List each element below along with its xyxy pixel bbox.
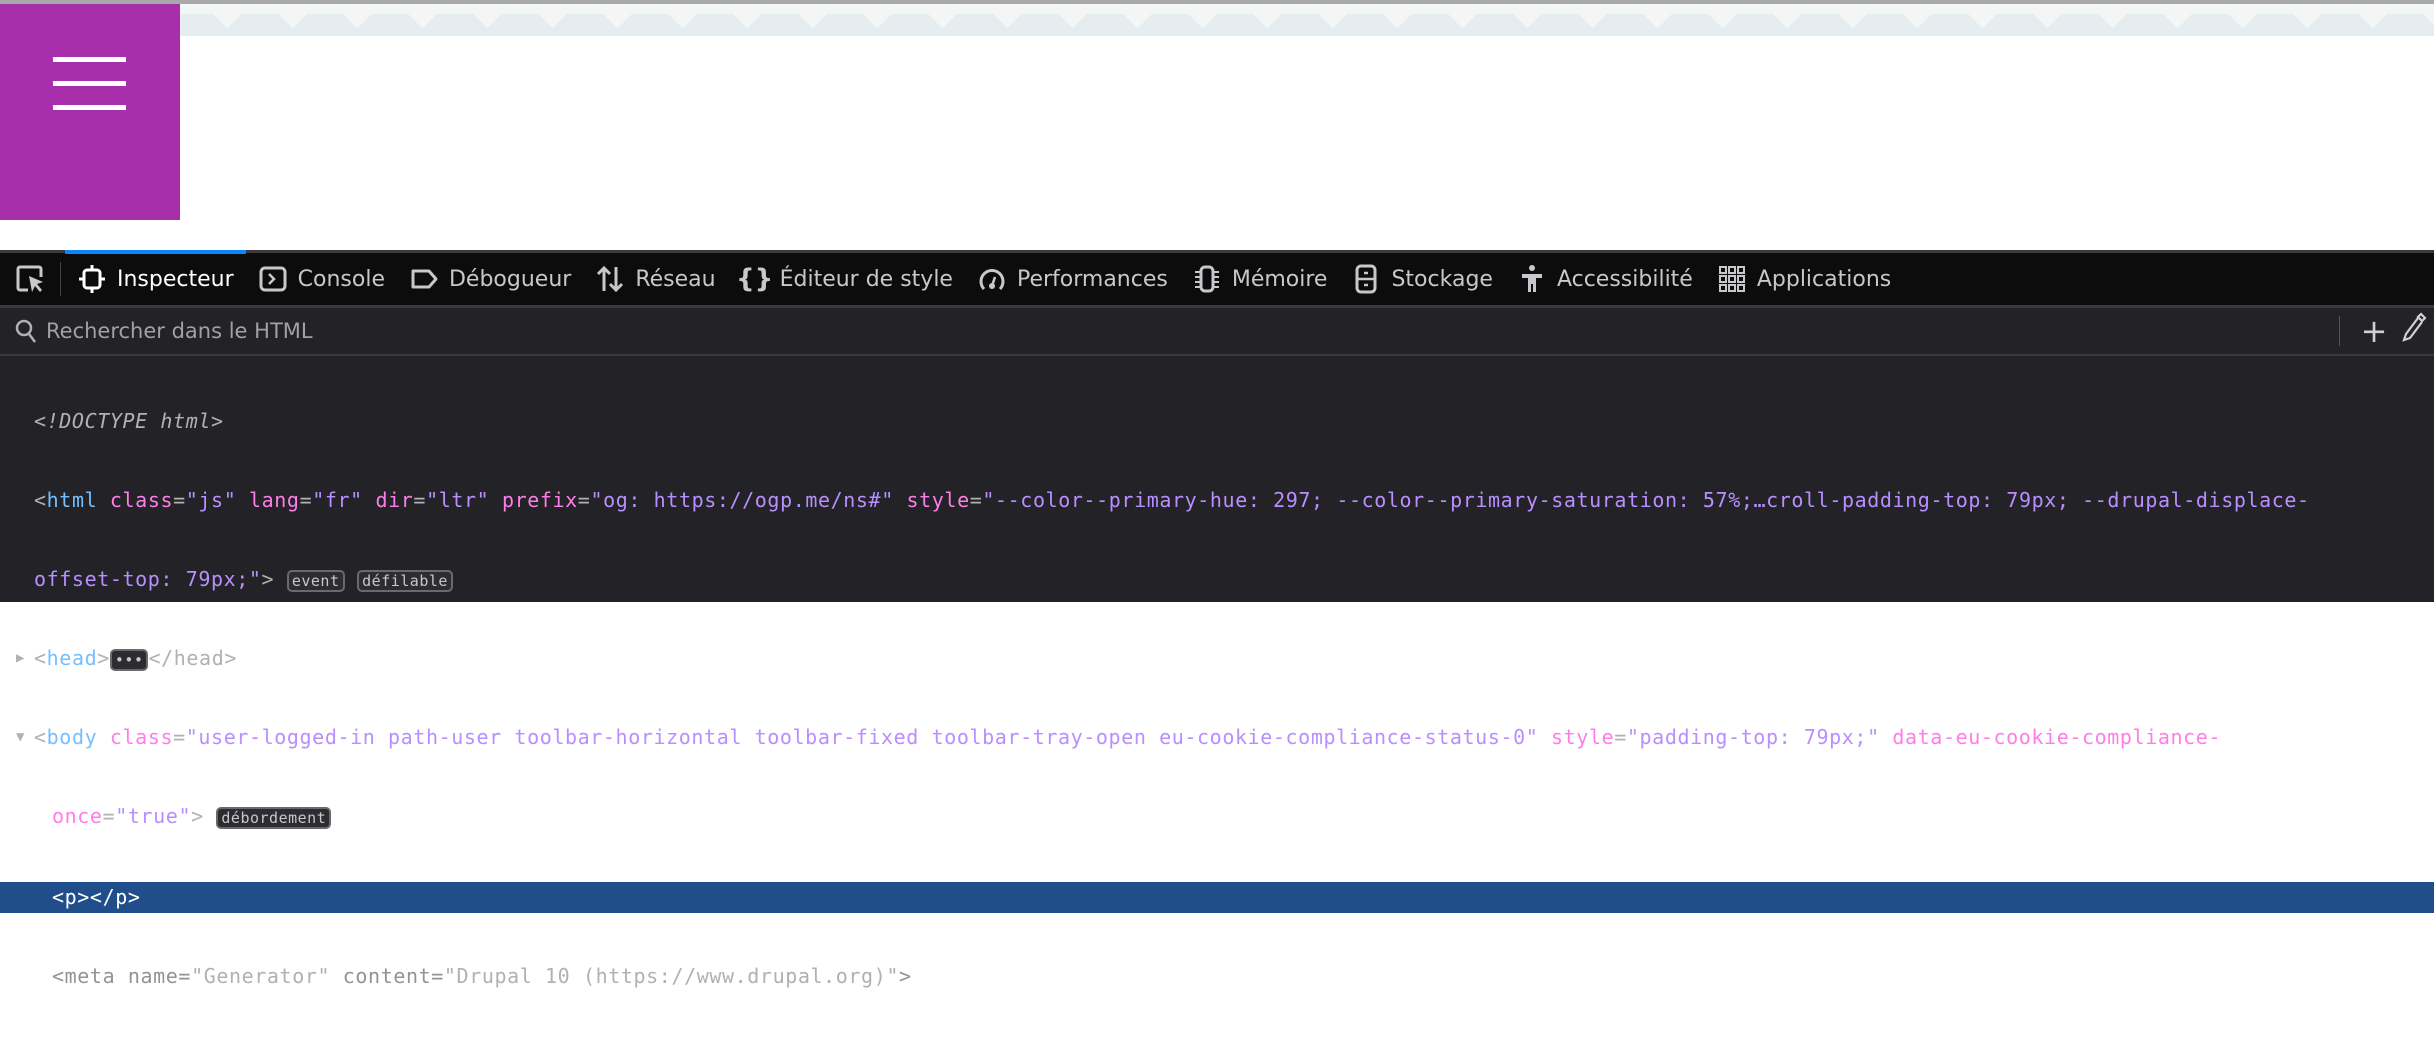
- tab-label: Console: [297, 266, 385, 292]
- scrollable-badge[interactable]: défilable: [357, 570, 453, 592]
- selected-p-node[interactable]: <p></p>: [0, 882, 2434, 913]
- tab-label: Éditeur de style: [779, 266, 953, 292]
- attr-value: "js": [185, 488, 237, 512]
- head-node[interactable]: ▶ <head> ••• </head>: [0, 643, 2434, 674]
- node-text: <p></p>: [52, 885, 141, 909]
- element-picker-button[interactable]: [0, 262, 61, 296]
- devtools-panel: Inspecteur Console Débogueur Réseau {} Éd…: [0, 250, 2434, 988]
- eyedropper-button[interactable]: [2394, 312, 2434, 350]
- attr-value: "user-logged-in path-user toolbar-horizo…: [185, 725, 1539, 749]
- inspector-icon: [77, 264, 107, 294]
- applications-icon: [1717, 264, 1747, 294]
- memory-icon: [1192, 264, 1222, 294]
- eyedropper-icon: [2402, 312, 2427, 342]
- accessibility-icon: [1517, 264, 1547, 294]
- style-editor-icon: {}: [736, 264, 774, 294]
- attr-name: style: [906, 488, 970, 512]
- tag-name: html: [46, 488, 98, 512]
- attr-value: offset-top: 79px;": [34, 567, 262, 591]
- html-search-bar: +: [0, 308, 2434, 356]
- doctype-node[interactable]: <!DOCTYPE html>: [0, 406, 2434, 437]
- attr-name: class: [109, 725, 174, 749]
- attr-name: data-eu-cookie-compliance-: [1892, 725, 2222, 749]
- menu-button[interactable]: [0, 4, 180, 220]
- attr-value: "true": [115, 804, 192, 828]
- tab-console[interactable]: Console: [246, 253, 397, 305]
- attr-name: lang: [249, 488, 300, 512]
- tag-name: body: [46, 725, 98, 749]
- devtools-tabbar: Inspecteur Console Débogueur Réseau {} Éd…: [0, 250, 2434, 308]
- attr-name: style: [1551, 725, 1615, 749]
- console-icon: [258, 264, 288, 294]
- attr-name: prefix: [501, 488, 578, 512]
- collapsed-ellipsis-icon[interactable]: •••: [109, 649, 149, 671]
- tab-label: Réseau: [635, 266, 716, 292]
- doctype-text: <!DOCTYPE html>: [34, 409, 224, 433]
- tab-performances[interactable]: Performances: [965, 253, 1180, 305]
- html-node-cont[interactable]: offset-top: 79px;"> event défilable: [0, 564, 2434, 595]
- tab-label: Débogueur: [448, 266, 572, 292]
- html-search-input[interactable]: [46, 319, 1846, 343]
- tab-debogueur[interactable]: Débogueur: [397, 253, 583, 305]
- attr-value: "ltr": [426, 488, 490, 512]
- attr-value: "fr": [312, 488, 363, 512]
- performance-icon: [977, 264, 1007, 294]
- tab-stockage[interactable]: Stockage: [1339, 253, 1504, 305]
- attr-name: dir: [375, 488, 414, 512]
- plus-icon: +: [2360, 312, 2388, 350]
- divider: [2339, 316, 2340, 346]
- tab-label: Applications: [1756, 266, 1892, 292]
- network-icon: [595, 264, 625, 294]
- tab-applications[interactable]: Applications: [1705, 253, 1903, 305]
- search-icon: [15, 319, 36, 343]
- tab-label: Inspecteur: [117, 266, 234, 292]
- add-node-button[interactable]: +: [2354, 312, 2394, 350]
- attr-value: "og: https://ogp.me/ns#": [590, 488, 894, 512]
- meta-node[interactable]: <meta name="Generator" content="Drupal 1…: [0, 961, 2434, 992]
- collapse-triangle-icon[interactable]: ▼: [16, 722, 25, 753]
- tab-label: Performances: [1016, 266, 1168, 292]
- tab-reseau[interactable]: Réseau: [583, 253, 727, 305]
- tab-label: Accessibilité: [1556, 266, 1693, 292]
- tab-accessibilite[interactable]: Accessibilité: [1505, 253, 1705, 305]
- tab-editeur-de-style[interactable]: {} Éditeur de style: [728, 253, 965, 305]
- tag-name: head: [46, 646, 98, 670]
- attr-name: class: [109, 488, 174, 512]
- attr-value: "--color--primary-hue: 297; --color--pri…: [982, 488, 2310, 512]
- tab-memoire[interactable]: Mémoire: [1180, 253, 1340, 305]
- attr-name: once: [52, 804, 103, 828]
- tab-inspecteur[interactable]: Inspecteur: [65, 250, 246, 305]
- tab-label: Mémoire: [1231, 266, 1328, 292]
- expand-triangle-icon[interactable]: ▶: [16, 643, 25, 674]
- attr-value: "padding-top: 79px;": [1626, 725, 1880, 749]
- markup-view: <!DOCTYPE html> <html class="js" lang="f…: [0, 356, 2434, 1040]
- debugger-icon: [409, 264, 439, 294]
- header-pattern-band: [0, 4, 2434, 36]
- attr-value: "Drupal 10 (https://www.drupal.org)": [443, 964, 899, 988]
- attr-value: "Generator": [191, 964, 331, 988]
- element-picker-icon: [16, 265, 43, 292]
- storage-icon: [1351, 264, 1381, 294]
- overflow-badge[interactable]: débordement: [216, 807, 332, 829]
- body-node[interactable]: ▼ <body class="user-logged-in path-user t…: [0, 722, 2434, 753]
- tab-label: Stockage: [1391, 266, 1493, 292]
- event-badge[interactable]: event: [286, 570, 345, 592]
- body-node-cont[interactable]: once="true"> débordement: [0, 801, 2434, 832]
- close-tag: </head>: [148, 646, 237, 670]
- html-node[interactable]: <html class="js" lang="fr" dir="ltr" pre…: [0, 485, 2434, 516]
